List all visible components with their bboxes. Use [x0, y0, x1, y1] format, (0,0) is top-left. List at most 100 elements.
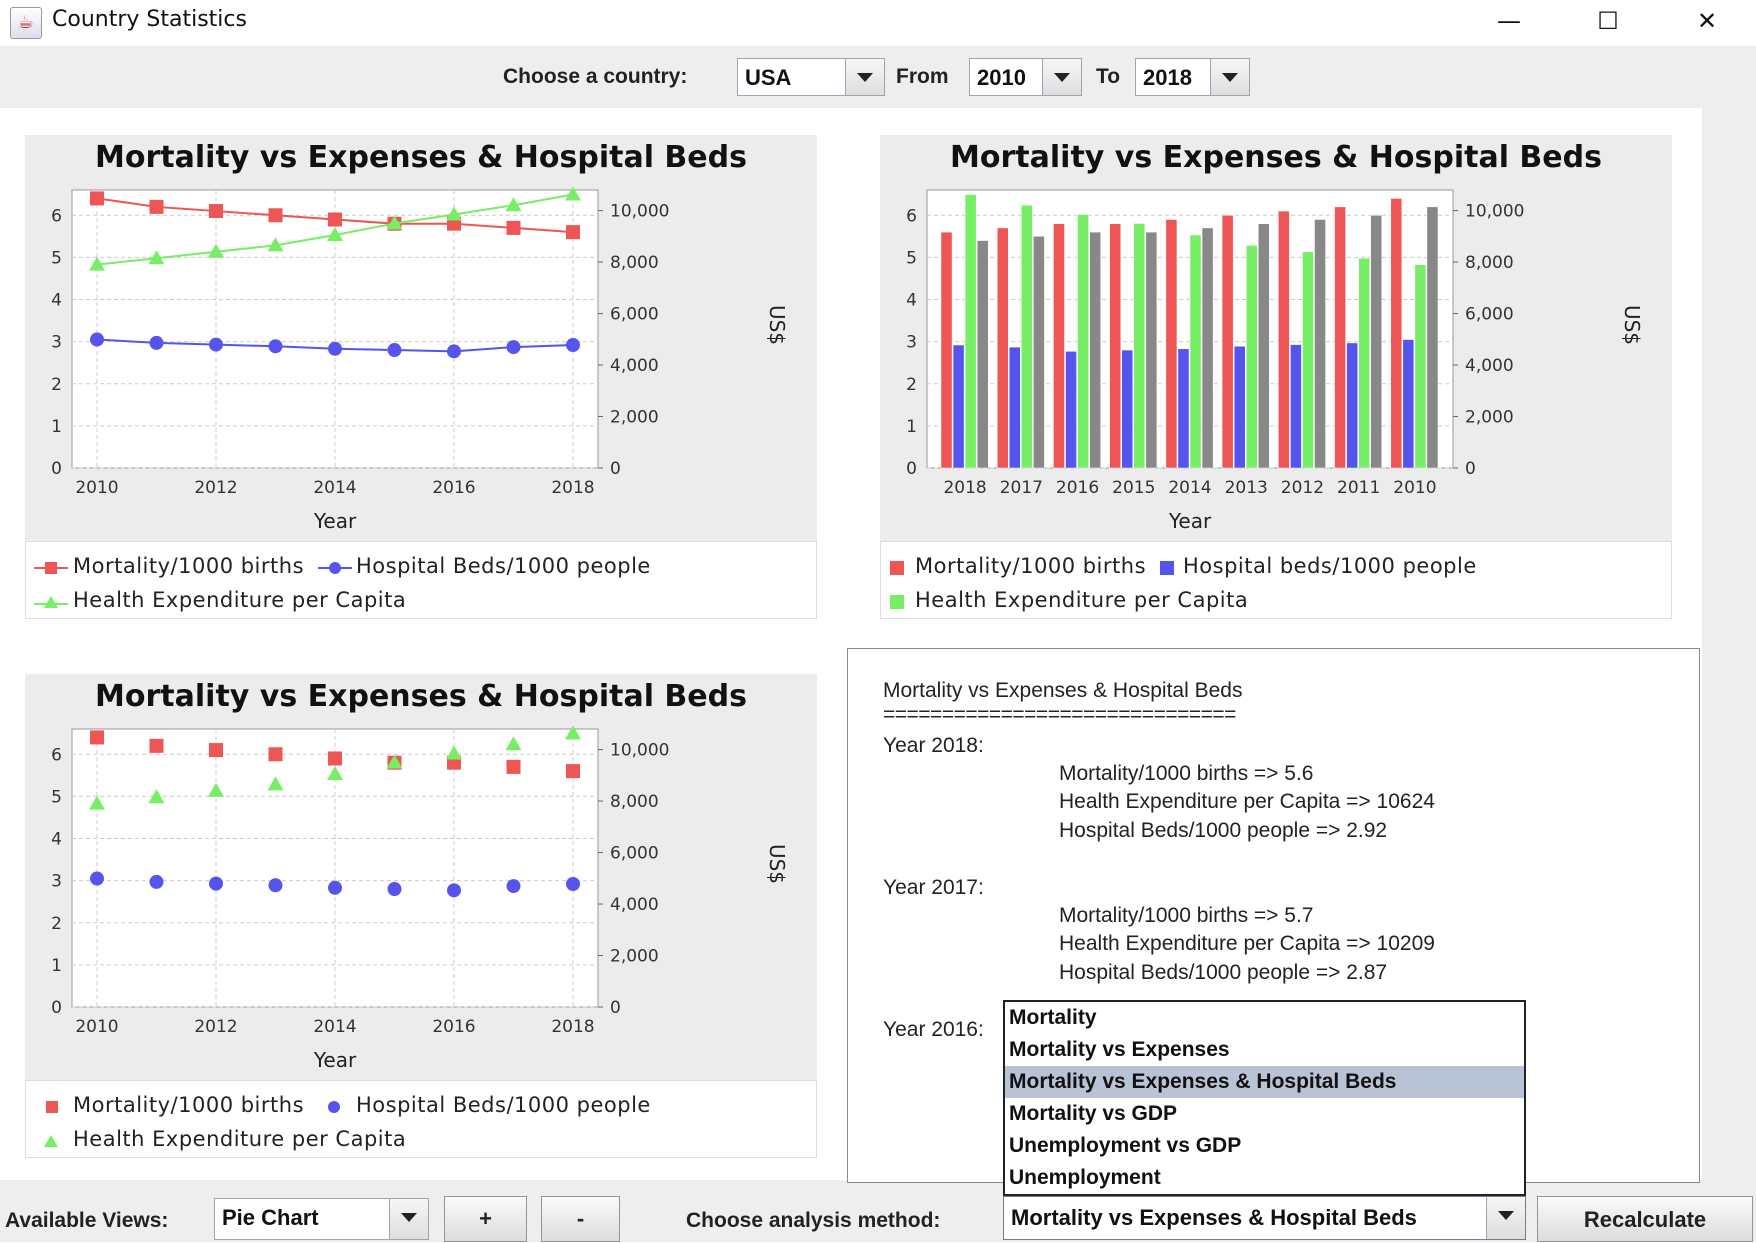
dropdown-option[interactable]: Mortality vs GDP — [1005, 1098, 1524, 1130]
maximize-button[interactable]: ☐ — [1559, 0, 1657, 42]
data-point-square — [506, 759, 521, 774]
x-tick-label: 2016 — [1056, 478, 1099, 498]
bar-chart-panel: Mortality vs Expenses & Hospital Beds 0 1 2… — [880, 135, 1672, 619]
y-right-tick-label: 0 — [1465, 459, 1476, 479]
y-right-tick-label: 10,000 — [610, 202, 669, 222]
views-select[interactable]: Pie Chart — [214, 1198, 429, 1240]
country-select-value: USA — [745, 65, 792, 90]
line-chart: Mortality vs Expenses & Hospital Beds 0 1 2… — [25, 135, 817, 543]
x-tick-label: 2018 — [943, 478, 986, 498]
x-tick-label: 2018 — [551, 1017, 594, 1037]
y-left-tick-label: 4 — [51, 830, 62, 850]
close-button[interactable]: ✕ — [1658, 0, 1756, 42]
data-point-square — [566, 225, 580, 240]
legend-mortality-symbol — [890, 561, 904, 575]
chevron-down-icon[interactable] — [1042, 59, 1081, 95]
legend-beds-symbol — [318, 562, 352, 574]
analysis-method-dropdown-list[interactable]: Mortality Mortality vs Expenses Mortality … — [1003, 1000, 1526, 1196]
legend-mortality-label: Mortality/1000 births — [915, 554, 1147, 578]
y-right-tick-label: 6,000 — [1465, 305, 1514, 325]
data-point-circle — [566, 877, 580, 892]
bar — [940, 231, 953, 469]
bar — [1278, 210, 1290, 469]
legend-expenditure-label: Health Expenditure per Capita — [73, 588, 407, 612]
data-point-square — [90, 191, 104, 206]
legend-beds-label: Hospital Beds/1000 people — [356, 1093, 651, 1117]
report-line: Mortality/1000 births => 5.6 — [1059, 762, 1314, 785]
to-year-select[interactable]: 2018 — [1135, 58, 1250, 96]
dropdown-option[interactable]: Mortality vs Expenses & Hospital Beds — [1005, 1066, 1524, 1098]
dropdown-option[interactable]: Unemployment vs GDP — [1005, 1130, 1524, 1162]
remove-view-button[interactable]: - — [541, 1196, 620, 1242]
data-point-square — [209, 743, 223, 758]
x-tick-label: 2010 — [1393, 478, 1436, 498]
bar-chart: Mortality vs Expenses & Hospital Beds 0 1 2… — [880, 135, 1672, 543]
report-line: Hospital Beds/1000 people => 2.87 — [1059, 961, 1388, 984]
bar — [1009, 346, 1021, 469]
bar — [1165, 219, 1178, 469]
y-right-tick-label: 4,000 — [1465, 356, 1514, 376]
legend-expenditure-label: Health Expenditure per Capita — [73, 1127, 407, 1151]
data-point-square — [90, 730, 104, 745]
scatter-chart-legend: Mortality/1000 births Hospital Beds/1000… — [25, 1080, 817, 1158]
chevron-down-icon[interactable] — [1486, 1197, 1525, 1239]
x-tick-label: 2014 — [1168, 478, 1211, 498]
x-tick-label: 2015 — [1112, 478, 1155, 498]
report-separator: ============================== — [883, 703, 1236, 726]
bar — [1201, 227, 1214, 469]
add-view-button[interactable]: + — [444, 1196, 527, 1242]
data-point-circle — [328, 880, 342, 895]
data-point-square — [328, 212, 342, 227]
report-line: Health Expenditure per Capita => 10209 — [1059, 932, 1435, 955]
dropdown-option[interactable]: Mortality — [1005, 1002, 1524, 1034]
data-point-square — [506, 220, 521, 235]
chevron-down-icon[interactable] — [389, 1199, 428, 1239]
legend-expenditure-symbol — [34, 596, 68, 608]
from-year-select[interactable]: 2010 — [969, 58, 1082, 96]
country-select[interactable]: USA — [737, 58, 885, 96]
data-point-circle — [90, 332, 104, 347]
report-year-label: Year 2018: — [883, 734, 984, 757]
data-point-square — [566, 764, 580, 779]
y-right-axis-label: US$ — [765, 305, 789, 345]
minimize-button[interactable]: — — [1460, 0, 1558, 42]
data-point-circle — [447, 883, 461, 898]
legend-beds-label: Hospital Beds/1000 people — [356, 554, 651, 578]
x-tick-label: 2017 — [1000, 478, 1043, 498]
y-left-tick-label: 5 — [51, 787, 62, 807]
x-tick-label: 2010 — [75, 1017, 118, 1037]
data-point-square — [328, 751, 342, 766]
legend-beds-symbol — [1160, 561, 1174, 575]
y-right-tick-label: 0 — [610, 459, 621, 479]
x-tick-label: 2010 — [75, 478, 118, 498]
data-point-square — [149, 738, 164, 753]
bar — [1145, 231, 1158, 469]
chart-title: Mortality vs Expenses & Hospital Beds — [950, 140, 1602, 175]
analysis-method-value: Mortality vs Expenses & Hospital Beds — [1011, 1205, 1417, 1230]
chart-title: Mortality vs Expenses & Hospital Beds — [95, 140, 747, 175]
bar-chart-legend: Mortality/1000 births Hospital beds/1000… — [880, 541, 1672, 619]
analysis-method-select[interactable]: Mortality vs Expenses & Hospital Beds — [1003, 1196, 1526, 1240]
java-app-icon: ☕ — [10, 7, 42, 39]
x-tick-label: 2012 — [194, 1017, 237, 1037]
scatter-chart-panel: Mortality vs Expenses & Hospital Beds 0 1 2… — [25, 674, 817, 1158]
bar — [1109, 223, 1121, 469]
y-left-tick-label: 2 — [51, 914, 62, 934]
scatter-chart: Mortality vs Expenses & Hospital Beds 0 1 2… — [25, 674, 817, 1082]
y-left-tick-label: 5 — [51, 248, 62, 268]
data-point-square — [268, 747, 283, 762]
dropdown-option[interactable]: Mortality vs Expenses — [1005, 1034, 1524, 1066]
y-right-tick-label: 2,000 — [610, 408, 659, 428]
data-point-circle — [209, 337, 223, 352]
y-left-tick-label: 3 — [51, 333, 62, 353]
chevron-down-icon[interactable] — [845, 59, 884, 95]
bar — [1258, 223, 1270, 469]
y-right-tick-label: 2,000 — [1465, 408, 1514, 428]
chevron-down-icon[interactable] — [1210, 59, 1249, 95]
data-point-circle — [506, 340, 521, 355]
recalculate-button[interactable]: Recalculate — [1537, 1196, 1753, 1242]
y-right-tick-label: 4,000 — [610, 895, 659, 915]
bar — [964, 194, 977, 469]
dropdown-option[interactable]: Unemployment — [1005, 1162, 1524, 1194]
line-chart-legend: Mortality/1000 births Hospital Beds/1000… — [25, 541, 817, 619]
